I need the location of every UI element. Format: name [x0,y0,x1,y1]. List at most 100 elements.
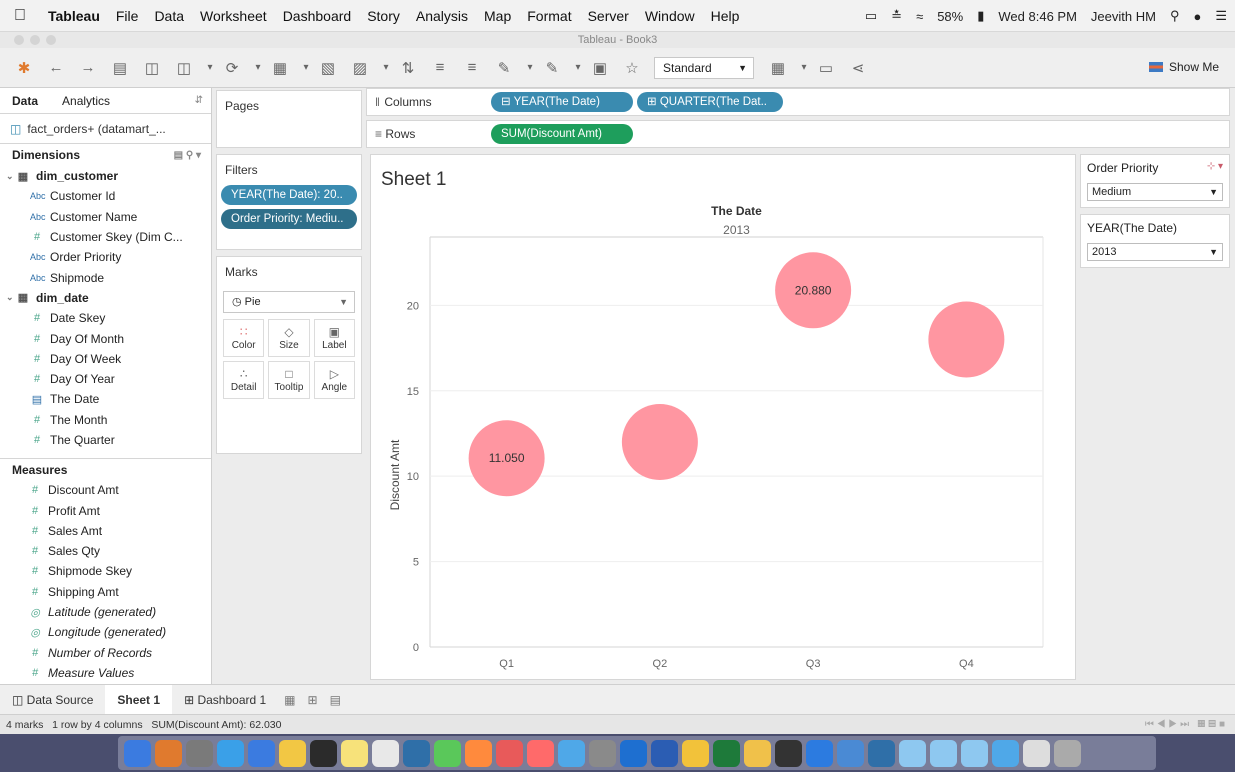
zoom-window-button[interactable] [46,35,56,45]
sort-descending-icon[interactable]: ≡ [462,59,482,76]
field-day-of-month[interactable]: # Day Of Month [0,328,211,348]
duplicate-sheet-icon[interactable]: ▧ [318,59,338,77]
field-number-of-records[interactable]: # Number of Records [0,643,211,663]
pause-updates-icon[interactable]: ◫ [174,59,194,77]
dock-app-icon[interactable] [496,739,523,767]
redo-icon[interactable]: → [78,59,98,76]
field-profit-amt[interactable]: # Profit Amt [0,500,211,520]
menu-format[interactable]: Format [519,8,579,24]
menu-story[interactable]: Story [359,8,408,24]
menu-server[interactable]: Server [580,8,637,24]
clear-sheet-icon[interactable]: ▨ [350,59,370,77]
dock-app-icon[interactable] [1023,739,1050,767]
dock-app-icon[interactable] [961,739,988,767]
dropdown-arrow-icon[interactable]: ▾ [206,62,214,73]
user-name[interactable]: Jeevith HM [1091,9,1156,24]
field-the-date[interactable]: ▤ The Date [0,389,211,409]
dock-app-icon[interactable] [434,739,461,767]
field-customer-name[interactable]: Abc Customer Name [0,207,211,227]
fit-select[interactable]: Standard ▼ [654,56,754,79]
dock-app-icon[interactable] [372,739,399,767]
sheet-navigation[interactable]: ⏮ ◀ ▶ ⏭ ▦ ▤ ■ [1145,715,1225,735]
filter-pill-year[interactable]: YEAR(The Date): 20.. [221,185,357,205]
dock-app-icon[interactable] [992,739,1019,767]
field-sales-qty[interactable]: # Sales Qty [0,541,211,561]
field-latitude[interactable]: ◎ Latitude (generated) [0,602,211,622]
field-day-of-week[interactable]: # Day Of Week [0,349,211,369]
dock-app-icon[interactable] [1054,739,1081,767]
field-order-priority[interactable]: Abc Order Priority [0,247,211,267]
columns-shelf[interactable]: ‖ Columns ⊟ YEAR(The Date) ⊞ QUARTER(The… [366,88,1230,116]
field-sales-amt[interactable]: # Sales Amt [0,521,211,541]
dock-app-icon[interactable] [899,739,926,767]
field-longitude[interactable]: ◎ Longitude (generated) [0,622,211,642]
battery-icon[interactable]: ▮ [977,8,984,24]
dock-app-icon[interactable] [186,739,213,767]
menu-app[interactable]: Tableau [40,8,108,24]
field-shipmode-skey[interactable]: # Shipmode Skey [0,561,211,581]
columns-pill-year[interactable]: ⊟ YEAR(The Date) [491,92,633,112]
bluetooth-icon[interactable]: ≛ [891,8,902,24]
apple-icon[interactable]:  [0,7,40,25]
show-me-button[interactable]: Show Me [1148,60,1219,74]
dock-app-icon[interactable] [155,739,182,767]
dropdown-arrow-icon[interactable]: ▾ [526,62,534,73]
new-worksheet-icon[interactable]: ▦ [278,693,301,707]
presentation-mode-icon[interactable]: ▭ [816,59,836,77]
show-labels-icon[interactable]: ▣ [590,59,610,77]
highlight-icon[interactable]: ✎ [494,59,514,77]
dropdown-arrow-icon[interactable]: ▾ [574,62,582,73]
group-dim-date[interactable]: ⌄ ▦ dim_date [0,288,211,308]
field-date-skey[interactable]: # Date Skey [0,308,211,328]
swap-icon[interactable]: ⇅ [398,59,418,77]
field-customer-id[interactable]: Abc Customer Id [0,186,211,206]
dock-app-icon[interactable] [248,739,275,767]
filter-pill-order-priority[interactable]: Order Priority: Mediu.. [221,209,357,229]
close-window-button[interactable] [14,35,24,45]
airplay-icon[interactable]: ▭ [865,8,877,24]
dock-app-icon[interactable] [775,739,802,767]
field-shipping-amt[interactable]: # Shipping Amt [0,582,211,602]
field-measure-values[interactable]: # Measure Values [0,663,211,683]
color-button[interactable]: ∷ Color [223,319,265,357]
rows-pill-discount[interactable]: SUM(Discount Amt) [491,124,633,144]
clock[interactable]: Wed 8:46 PM [998,9,1077,24]
dock-app-icon[interactable] [930,739,957,767]
dock-app-icon[interactable] [620,739,647,767]
dropdown-arrow-icon[interactable]: ▾ [800,62,808,73]
refresh-icon[interactable]: ⟳ [222,59,242,77]
filter-menu-icon[interactable]: ⊹ ▾ [1207,161,1223,172]
share-icon[interactable]: ⋖ [848,59,868,77]
datasource-item[interactable]: ◫ fact_orders+ (datamart_... [0,114,211,144]
sort-ascending-icon[interactable]: ≡ [430,59,450,76]
dock-app-icon[interactable] [124,739,151,767]
dock-app-icon[interactable] [651,739,678,767]
dock-app-icon[interactable] [558,739,585,767]
order-priority-select[interactable]: Medium ▼ [1087,183,1223,201]
dock-app-icon[interactable] [713,739,740,767]
search-icon[interactable]: ▤ ⚲ ▾ [174,150,201,161]
group-dim-customer[interactable]: ⌄ ▦ dim_customer [0,166,211,186]
show-cards-icon[interactable]: ▦ [768,59,788,77]
menu-window[interactable]: Window [637,8,703,24]
menu-data[interactable]: Data [146,8,192,24]
tableau-logo-icon[interactable]: ✱ [14,59,34,77]
dock-app-icon[interactable] [682,739,709,767]
columns-pill-quarter[interactable]: ⊞ QUARTER(The Dat.. [637,92,783,112]
dock-app-icon[interactable] [837,739,864,767]
dock-app-icon[interactable] [527,739,554,767]
rows-shelf[interactable]: ≡ Rows SUM(Discount Amt) [366,120,1230,148]
save-icon[interactable]: ▤ [110,59,130,77]
field-customer-skey[interactable]: # Customer Skey (Dim C... [0,227,211,247]
spotlight-icon[interactable]: ⚲ [1170,8,1180,24]
menu-analysis[interactable]: Analysis [408,8,476,24]
tab-data-source[interactable]: ◫ Data Source [0,693,105,707]
dock-app-icon[interactable] [217,739,244,767]
tab-data[interactable]: Data [0,94,50,108]
wifi-icon[interactable]: ≈ [916,9,923,24]
field-shipmode[interactable]: Abc Shipmode [0,267,211,287]
new-dashboard-icon[interactable]: ⊞ [302,693,324,707]
dropdown-arrow-icon[interactable]: ▾ [254,62,262,73]
year-select[interactable]: 2013 ▼ [1087,243,1223,261]
dock-app-icon[interactable] [310,739,337,767]
